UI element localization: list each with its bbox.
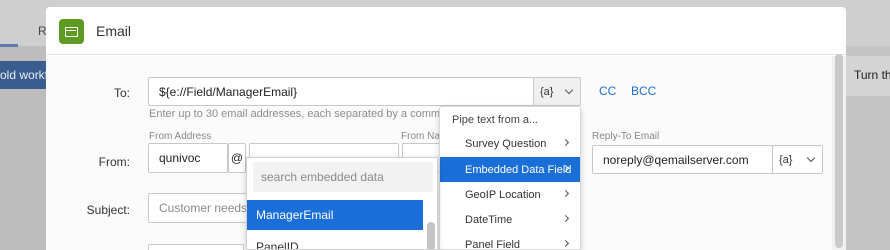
subject-field[interactable]: Customer needs fo (148, 193, 258, 223)
menu-item-label: Embedded Data Field (465, 163, 572, 176)
background-right-text: Turn th (854, 68, 890, 82)
menu-item-label: DateTime (465, 213, 513, 226)
mail-icon (59, 19, 84, 44)
modal-title: Email (96, 23, 132, 39)
reply-to-pipe-text-button[interactable]: {a} (772, 145, 823, 174)
pipe-text-menu-header: Pipe text from a... (452, 114, 539, 126)
menu-item-datetime[interactable]: DateTime (440, 207, 580, 232)
reply-to-label: Reply-To Email (592, 131, 660, 142)
embedded-menu-scrollbar[interactable] (427, 222, 435, 249)
embedded-item-panelid[interactable]: PanelID (247, 232, 423, 249)
chevron-right-icon (561, 138, 570, 147)
from-address-field[interactable]: qunivoc (148, 143, 228, 173)
pipe-text-menu: Pipe text from a... Survey Question Embe… (439, 106, 581, 250)
embedded-item-manageremail[interactable]: ManagerEmail (247, 200, 423, 230)
modal-scrollbar-thumb[interactable] (835, 54, 843, 248)
pipe-text-icon: {a} (540, 85, 554, 98)
menu-item-label: Panel Field (465, 238, 521, 250)
hidden-button[interactable] (148, 244, 244, 250)
menu-item-label: Survey Question (465, 137, 547, 150)
menu-item-embedded-data-field[interactable]: Embedded Data Field (440, 157, 580, 182)
chevron-right-icon (561, 214, 570, 223)
to-pipe-text-button[interactable]: {a} (533, 77, 581, 106)
to-field[interactable]: ${e://Field/ManagerEmail} (148, 77, 534, 106)
chevron-down-icon (806, 153, 816, 163)
menu-item-geoip-location[interactable]: GeoIP Location (440, 182, 580, 207)
background-workflow-button: old workfl (0, 61, 48, 89)
cc-link[interactable]: CC (599, 84, 616, 98)
from-address-label: From Address (149, 131, 212, 142)
background-active-tab-indicator (0, 44, 18, 47)
subject-label: Subject: (86, 203, 130, 217)
at-sign: @ (228, 143, 246, 173)
menu-item-survey-question[interactable]: Survey Question (440, 131, 580, 156)
menu-item-label: GeoIP Location (465, 188, 541, 201)
reply-to-field[interactable]: noreply@qemailserver.com (592, 145, 773, 174)
chevron-right-icon (561, 189, 570, 198)
bcc-link[interactable]: BCC (631, 84, 656, 98)
to-label: To: (113, 86, 130, 100)
to-hint: Enter up to 30 email addresses, each sep… (149, 108, 441, 120)
chevron-right-icon (561, 239, 570, 248)
menu-item-panel-field[interactable]: Panel Field (440, 232, 580, 250)
from-label: From: (98, 155, 130, 169)
modal-header: Email (46, 7, 846, 55)
embedded-data-menu: search embedded data ManagerEmail PanelI… (246, 157, 438, 250)
pipe-text-icon: {a} (779, 153, 793, 166)
chevron-down-icon (564, 85, 574, 95)
embedded-data-search-input[interactable]: search embedded data (253, 162, 433, 192)
from-name-label: From Na (401, 131, 440, 142)
